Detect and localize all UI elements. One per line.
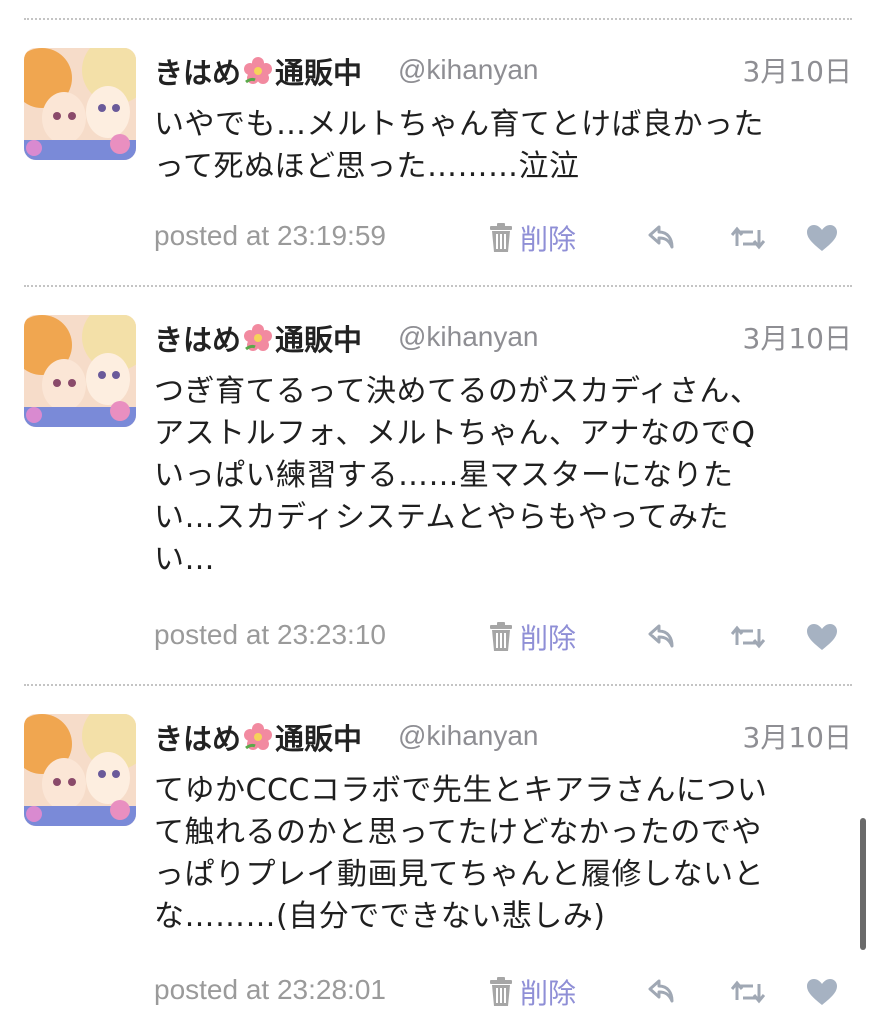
favorite-button[interactable] [800,218,844,258]
favorite-button[interactable] [800,617,844,657]
tweet-text: つぎ育てるって決めてるのがスカディさん、 アストルフォ、メルトちゃん、アナなので… [154,374,761,577]
display-name-text: 通販中 [275,323,363,357]
user-handle[interactable]: @kihanyan [398,720,539,752]
favorite-button[interactable] [800,972,844,1012]
display-name[interactable]: きはめ 通販中 [154,317,362,359]
retweet-button[interactable] [726,972,770,1012]
tweet-item: きはめ 通販中 @kihanyan 3月10日 いやでも…メルトちゃん育てとけば… [0,48,877,268]
trash-icon [490,223,512,252]
hibiscus-icon [243,323,273,353]
avatar-image [24,48,136,160]
display-name[interactable]: きはめ 通販中 [154,716,362,758]
delete-label: 削除 [520,977,577,1010]
trash-icon [490,977,512,1006]
avatar[interactable] [24,714,136,826]
tweet-date[interactable]: 3月10日 [743,317,852,357]
avatar[interactable] [24,48,136,160]
user-handle[interactable]: @kihanyan [398,321,539,353]
hibiscus-icon [243,722,273,752]
retweet-icon [731,625,765,649]
display-name-text: きはめ [154,56,242,90]
tweet-text: いやでも…メルトちゃん育てとけば良かった って死ぬほど思った………泣泣 [154,107,764,184]
tweet-divider [24,18,852,20]
tweet-divider [24,285,852,287]
display-name-text: 通販中 [275,722,363,756]
delete-button[interactable]: 削除 [488,972,576,1012]
avatar-image [24,315,136,427]
tweet-divider [24,684,852,686]
tweet-header: きはめ 通販中 @kihanyan 3月10日 [154,714,852,758]
display-name[interactable]: きはめ 通販中 [154,50,362,92]
tweet-header: きはめ 通販中 @kihanyan 3月10日 [154,48,852,92]
tweet-date[interactable]: 3月10日 [743,50,852,90]
reply-icon [648,225,674,249]
avatar[interactable] [24,315,136,427]
heart-icon [807,225,837,251]
posted-time: posted at 23:23:10 [154,619,386,650]
retweet-button[interactable] [726,218,770,258]
display-name-text: きはめ [154,323,242,357]
tweet-footer: posted at 23:23:10 削除 [154,617,854,657]
posted-time: posted at 23:19:59 [154,220,386,251]
scrollbar[interactable] [860,818,866,950]
trash-icon [490,622,512,651]
tweet-text: てゆかCCCコラボで先生とキアラさんについ て触れるのかと思ってたけどなかったの… [154,773,768,934]
reply-icon [648,979,674,1003]
display-name-text: きはめ [154,722,242,756]
retweet-icon [731,226,765,250]
tweet-date[interactable]: 3月10日 [743,716,852,756]
delete-label: 削除 [520,223,577,256]
delete-button[interactable]: 削除 [488,617,576,657]
reply-button[interactable] [640,617,684,657]
tweet-item: きはめ 通販中 @kihanyan 3月10日 てゆかCCCコラボで先生とキアラ… [0,714,877,1014]
reply-icon [648,624,674,648]
display-name-text: 通販中 [275,56,363,90]
posted-time: posted at 23:28:01 [154,974,386,1005]
delete-button[interactable]: 削除 [488,218,576,258]
tweet-header: きはめ 通販中 @kihanyan 3月10日 [154,315,852,359]
tweet-item: きはめ 通販中 @kihanyan 3月10日 つぎ育てるって決めてるのがスカデ… [0,315,877,665]
delete-label: 削除 [520,622,577,655]
tweet-footer: posted at 23:28:01 削除 [154,972,854,1012]
user-handle[interactable]: @kihanyan [398,54,539,86]
reply-button[interactable] [640,218,684,258]
heart-icon [807,624,837,650]
avatar-image [24,714,136,826]
hibiscus-icon [243,56,273,86]
retweet-icon [731,980,765,1004]
retweet-button[interactable] [726,617,770,657]
tweet-footer: posted at 23:19:59 削除 [154,218,854,258]
heart-icon [807,979,837,1005]
reply-button[interactable] [640,972,684,1012]
